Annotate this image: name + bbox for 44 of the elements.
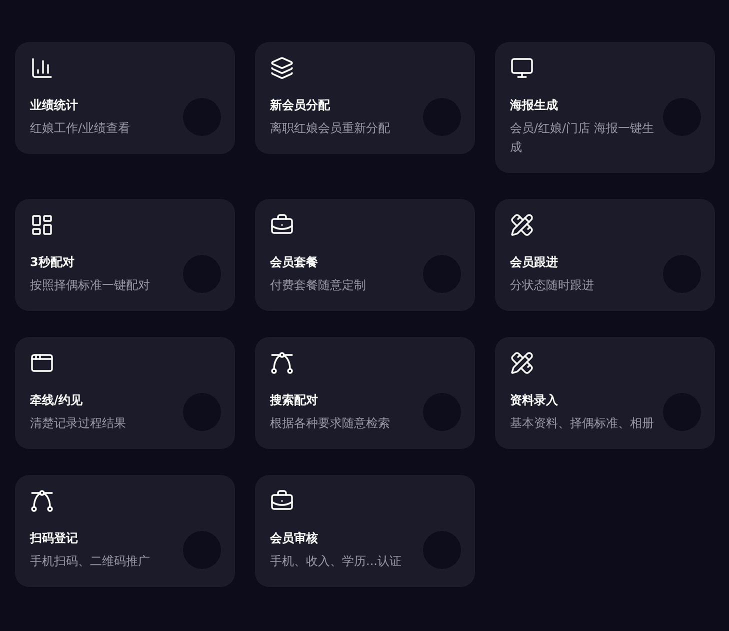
card-title: 搜索配对 bbox=[270, 392, 319, 409]
monitor-icon bbox=[510, 56, 534, 80]
card-description: 按照择偶标准一键配对 bbox=[30, 277, 151, 294]
feature-card[interactable]: 3秒配对 按照择偶标准一键配对 bbox=[15, 199, 235, 311]
bezier-curve-icon bbox=[30, 489, 54, 513]
briefcase-icon bbox=[270, 213, 294, 237]
card-title: 牵线/约见 bbox=[30, 392, 84, 409]
card-description: 分状态随时跟进 bbox=[510, 277, 595, 294]
layout-icon bbox=[30, 213, 54, 237]
card-title: 会员跟进 bbox=[510, 254, 559, 271]
card-title: 资料录入 bbox=[510, 392, 559, 409]
card-title: 扫码登记 bbox=[30, 530, 79, 547]
feature-card[interactable]: 业绩统计 红娘工作/业绩查看 bbox=[15, 42, 235, 154]
card-title: 会员审核 bbox=[270, 530, 319, 547]
bar-chart-icon bbox=[30, 56, 54, 80]
bezier-curve-icon bbox=[270, 351, 294, 375]
feature-card[interactable]: 会员套餐 付费套餐随意定制 bbox=[255, 199, 475, 311]
feature-card[interactable]: 新会员分配 离职红娘会员重新分配 bbox=[255, 42, 475, 154]
feature-card[interactable]: 会员跟进 分状态随时跟进 bbox=[495, 199, 715, 311]
card-description: 红娘工作/业绩查看 bbox=[30, 120, 132, 137]
layers-icon bbox=[270, 56, 294, 80]
feature-card[interactable]: 牵线/约见 清楚记录过程结果 bbox=[15, 337, 235, 449]
card-description: 付费套餐随意定制 bbox=[270, 277, 367, 294]
card-description: 会员/红娘/门店 海报一键生成 bbox=[510, 120, 655, 156]
card-description: 手机、收入、学历...认证 bbox=[270, 553, 402, 570]
briefcase-icon bbox=[270, 489, 294, 513]
card-description: 手机扫码、二维码推广 bbox=[30, 553, 151, 570]
feature-card[interactable]: 扫码登记 手机扫码、二维码推广 bbox=[15, 475, 235, 587]
card-description: 根据各种要求随意检索 bbox=[270, 415, 391, 432]
pencil-ruler-icon bbox=[510, 351, 534, 375]
card-title: 海报生成 bbox=[510, 97, 559, 114]
feature-card[interactable]: 海报生成 会员/红娘/门店 海报一键生成 bbox=[495, 42, 715, 173]
card-title: 3秒配对 bbox=[30, 254, 76, 271]
feature-card[interactable]: 会员审核 手机、收入、学历...认证 bbox=[255, 475, 475, 587]
card-title: 新会员分配 bbox=[270, 97, 331, 114]
browser-window-icon bbox=[30, 351, 54, 375]
feature-card[interactable]: 资料录入 基本资料、择偶标准、相册 bbox=[495, 337, 715, 449]
feature-card[interactable]: 搜索配对 根据各种要求随意检索 bbox=[255, 337, 475, 449]
card-description: 清楚记录过程结果 bbox=[30, 415, 127, 432]
pencil-ruler-icon bbox=[510, 213, 534, 237]
card-title: 业绩统计 bbox=[30, 97, 79, 114]
card-title: 会员套餐 bbox=[270, 254, 319, 271]
card-description: 基本资料、择偶标准、相册 bbox=[510, 415, 655, 432]
card-description: 离职红娘会员重新分配 bbox=[270, 120, 391, 137]
